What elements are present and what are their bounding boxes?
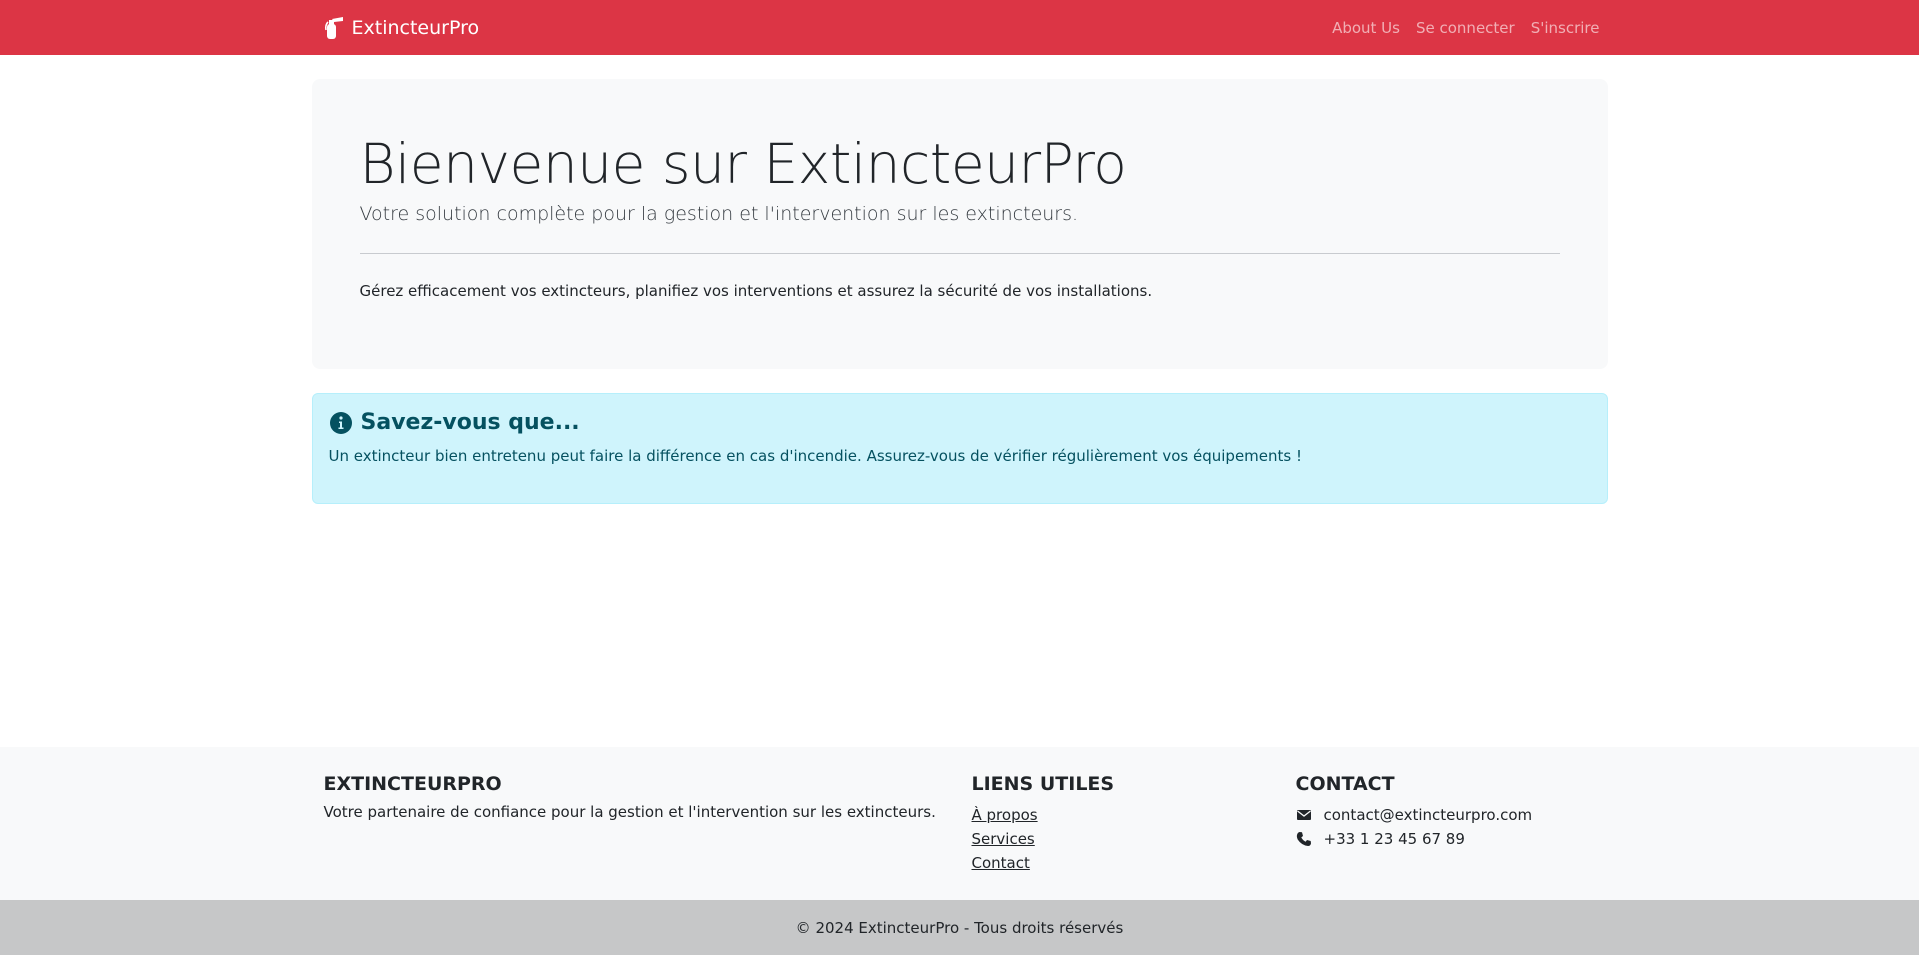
- hero-lead: Votre solution complète pour la gestion …: [359, 203, 1079, 225]
- nav-link-login[interactable]: Se connecter: [1416, 19, 1515, 37]
- brand-name: ExtincteurPro: [351, 16, 480, 39]
- info-circle-icon: [329, 411, 353, 435]
- footer-link-about[interactable]: À propos: [972, 803, 1296, 827]
- main-content: Bienvenue sur ExtincteurPro Votre soluti…: [311, 79, 1608, 504]
- footer: EXTINCTEURPRO Votre partenaire de confia…: [0, 747, 1919, 900]
- footer-link-contact[interactable]: Contact: [972, 851, 1296, 875]
- nav-link-about-us[interactable]: About Us: [1332, 19, 1400, 37]
- footer-links: LIENS UTILES À propos Services Contact: [972, 773, 1296, 875]
- hero-divider: [359, 253, 1560, 254]
- fire-extinguisher-icon: [324, 16, 346, 40]
- alert-heading: Savez-vous que...: [329, 410, 1591, 435]
- contact-phone: +33 1 23 45 67 89: [1296, 827, 1596, 851]
- copyright-text: © 2024 ExtincteurPro - Tous droits réser…: [795, 918, 1124, 937]
- contact-email: contact@extincteurpro.com: [1296, 803, 1596, 827]
- brand-link[interactable]: ExtincteurPro: [324, 16, 480, 40]
- contact-email-text: contact@extincteurpro.com: [1323, 806, 1533, 824]
- footer-links-list: À propos Services Contact: [972, 803, 1296, 875]
- copyright-bar: © 2024 ExtincteurPro - Tous droits réser…: [0, 900, 1919, 955]
- alert-text: Un extincteur bien entretenu peut faire …: [328, 447, 1303, 465]
- footer-about: EXTINCTEURPRO Votre partenaire de confia…: [324, 773, 972, 875]
- footer-about-text: Votre partenaire de confiance pour la ge…: [323, 803, 936, 821]
- alert-heading-text: Savez-vous que...: [360, 410, 580, 435]
- footer-inner: EXTINCTEURPRO Votre partenaire de confia…: [312, 747, 1608, 875]
- contact-phone-text: +33 1 23 45 67 89: [1323, 830, 1465, 848]
- footer-contact: CONTACT contact@extincteurpro.com +33 1 …: [1296, 773, 1596, 875]
- footer-links-heading: LIENS UTILES: [971, 773, 1115, 795]
- envelope-icon: [1296, 807, 1312, 823]
- info-alert: Savez-vous que... Un extincteur bien ent…: [311, 393, 1608, 504]
- footer-about-heading: EXTINCTEURPRO: [323, 773, 502, 795]
- nav-links: About Us Se connecter S'inscrire: [1332, 19, 1599, 37]
- hero-title: Bienvenue sur ExtincteurPro: [359, 132, 1127, 196]
- hero-section: Bienvenue sur ExtincteurPro Votre soluti…: [311, 79, 1608, 369]
- hero-text: Gérez efficacement vos extincteurs, plan…: [359, 282, 1153, 300]
- nav-link-register[interactable]: S'inscrire: [1531, 19, 1600, 37]
- navbar-inner: ExtincteurPro About Us Se connecter S'in…: [312, 0, 1608, 55]
- footer-contact-heading: CONTACT: [1295, 773, 1395, 795]
- phone-icon: [1296, 831, 1312, 847]
- footer-link-services[interactable]: Services: [972, 827, 1296, 851]
- navbar: ExtincteurPro About Us Se connecter S'in…: [0, 0, 1919, 55]
